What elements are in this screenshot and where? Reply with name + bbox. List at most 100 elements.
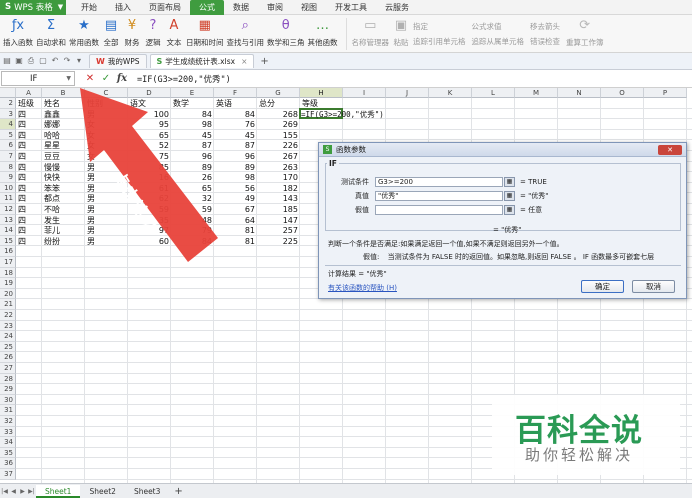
column-header[interactable]: G	[257, 88, 300, 98]
table-cell[interactable]: 59	[172, 204, 212, 215]
help-link[interactable]: 有关该函数的帮助 (H)	[328, 283, 397, 293]
table-cell[interactable]: 慢慢	[44, 162, 60, 173]
table-cell[interactable]: 75	[129, 151, 169, 162]
table-cell[interactable]: 65	[129, 130, 169, 141]
table-cell[interactable]: 性别	[87, 98, 103, 109]
table-cell[interactable]: 226	[258, 140, 298, 151]
table-cell[interactable]: 四	[18, 236, 26, 247]
row-header[interactable]: 22	[0, 310, 16, 321]
table-cell[interactable]: 96	[172, 151, 212, 162]
table-cell[interactable]: 257	[258, 225, 298, 236]
table-cell[interactable]: 女	[87, 130, 95, 141]
column-header[interactable]: B	[42, 88, 85, 98]
table-cell[interactable]: 95	[129, 119, 169, 130]
table-cell[interactable]: 84	[172, 236, 212, 247]
chevron-down-icon[interactable]: ▾	[74, 56, 84, 66]
new-tab-button[interactable]: +	[260, 56, 268, 67]
app-menu-button[interactable]: S WPS 表格 ▼	[0, 0, 66, 15]
ribbon-button[interactable]: ▭ 名称管理器	[352, 15, 390, 53]
menu-tab[interactable]: 公式	[190, 0, 224, 15]
row-header[interactable]: 8	[0, 161, 16, 173]
table-cell[interactable]: 45	[215, 130, 255, 141]
menu-tab[interactable]: 开始	[72, 0, 106, 15]
ribbon-small-button[interactable]: 追踪引用单元格	[413, 36, 466, 47]
row-header[interactable]: 27	[0, 363, 16, 374]
tab-my-wps[interactable]: W 我的WPS	[89, 54, 147, 68]
column-header[interactable]: O	[601, 88, 644, 98]
column-header[interactable]: L	[472, 88, 515, 98]
column-header[interactable]: A	[16, 88, 42, 98]
table-cell[interactable]: 女	[87, 140, 95, 151]
table-cell[interactable]: 60	[129, 236, 169, 247]
table-cell[interactable]: 数学	[173, 98, 189, 109]
table-cell[interactable]: 84	[172, 109, 212, 120]
table-cell[interactable]: 班级	[18, 98, 34, 109]
table-cell[interactable]: 星星	[44, 140, 60, 151]
row-header[interactable]: 10	[0, 182, 16, 194]
save-icon[interactable]: ▣	[14, 56, 24, 66]
menu-tab[interactable]: 页面布局	[140, 0, 190, 15]
table-cell[interactable]: 男	[87, 109, 95, 120]
ribbon-button[interactable]: ▣ 粘贴	[392, 15, 410, 53]
table-cell[interactable]: 67	[215, 204, 255, 215]
table-cell[interactable]: 32	[172, 193, 212, 204]
table-cell[interactable]: 49	[215, 193, 255, 204]
table-cell[interactable]: 语文	[130, 98, 146, 109]
false-value-input[interactable]	[375, 205, 503, 215]
table-cell[interactable]: 87	[215, 140, 255, 151]
row-header[interactable]: 26	[0, 352, 16, 363]
column-header[interactable]: H	[300, 88, 343, 98]
table-cell[interactable]: 87	[172, 140, 212, 151]
column-header[interactable]: K	[429, 88, 472, 98]
row-header[interactable]: 35	[0, 447, 16, 459]
formula-input[interactable]: =IF(G3>=200,"优秀")	[137, 73, 231, 85]
undo-icon[interactable]: ↶	[50, 56, 60, 66]
table-cell[interactable]: 四	[18, 140, 26, 151]
table-cell[interactable]: 四	[18, 183, 26, 194]
row-header[interactable]: 37	[0, 469, 16, 480]
table-cell[interactable]: 四	[18, 225, 26, 236]
table-cell[interactable]: 男	[87, 162, 95, 173]
table-cell[interactable]: 四	[18, 204, 26, 215]
table-cell[interactable]: 鑫鑫	[44, 109, 60, 120]
true-value-input[interactable]: "优秀"	[375, 191, 503, 201]
table-cell[interactable]: 四	[18, 151, 26, 162]
chevron-down-icon[interactable]: ▼	[66, 75, 71, 82]
row-header[interactable]: 11	[0, 193, 16, 204]
table-cell[interactable]: 女	[87, 151, 95, 162]
table-cell[interactable]: 英语	[216, 98, 232, 109]
table-cell[interactable]: 菲儿	[44, 225, 60, 236]
sheet-tab[interactable]: Sheet2	[80, 485, 124, 498]
row-header[interactable]: 13	[0, 214, 16, 226]
close-icon[interactable]: ×	[241, 57, 247, 66]
ribbon-small-button[interactable]: 错误检查	[530, 36, 560, 47]
table-cell[interactable]: 娜娜	[44, 119, 60, 130]
table-cell[interactable]: 总分	[259, 98, 275, 109]
table-cell[interactable]: 48	[172, 215, 212, 226]
condition-input[interactable]: G3>=200	[375, 177, 503, 187]
table-cell[interactable]: 纷扮	[44, 236, 60, 247]
tab-document[interactable]: S 学生成绩统计表.xlsx ×	[149, 54, 255, 68]
row-header[interactable]: 2	[0, 98, 16, 109]
ribbon-button[interactable]: Σ 自动求和	[36, 15, 66, 53]
table-cell[interactable]: 四	[18, 193, 26, 204]
table-cell[interactable]: 96	[215, 151, 255, 162]
row-header[interactable]: 28	[0, 373, 16, 385]
ribbon-button[interactable]: ¥ 财务	[123, 15, 141, 53]
table-cell[interactable]: 263	[258, 162, 298, 173]
sheet-tab[interactable]: Sheet1	[36, 484, 81, 498]
row-header[interactable]: 20	[0, 288, 16, 300]
table-cell[interactable]: 不哈	[44, 204, 60, 215]
menu-tab[interactable]: 开发工具	[326, 0, 376, 15]
table-cell[interactable]: 四	[18, 215, 26, 226]
table-cell[interactable]: 76	[215, 119, 255, 130]
row-header[interactable]: 6	[0, 140, 16, 151]
column-header[interactable]: E	[171, 88, 214, 98]
table-cell[interactable]: 哈哈	[44, 130, 60, 141]
folder-icon[interactable]: ▤	[2, 56, 12, 66]
table-cell[interactable]: 四	[18, 119, 26, 130]
column-header[interactable]: F	[214, 88, 257, 98]
column-header[interactable]: I	[343, 88, 386, 98]
table-cell[interactable]: 男	[87, 183, 95, 194]
column-header[interactable]: M	[515, 88, 558, 98]
